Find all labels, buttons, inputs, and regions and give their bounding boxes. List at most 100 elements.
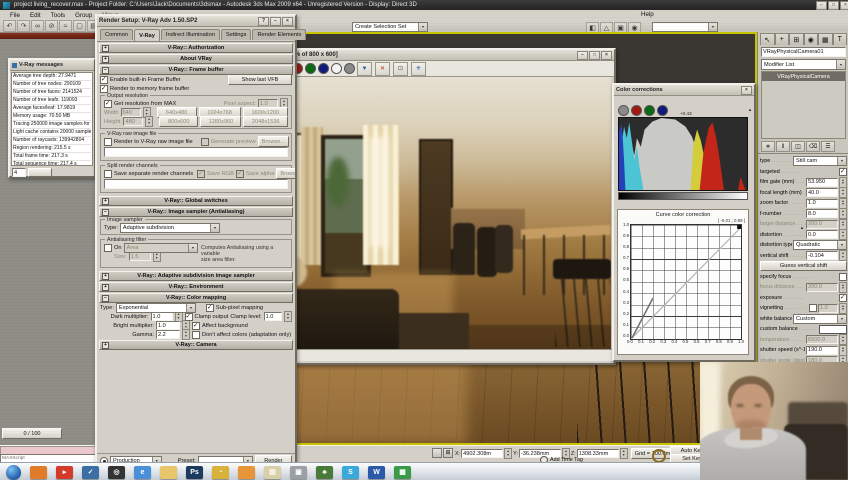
aa-size-field[interactable]: 1.5 [128,252,151,261]
vignetting-spinner[interactable] [839,302,847,314]
exposure-checkbox[interactable] [839,293,847,302]
configure-modifier-sets-icon[interactable]: ☰ [821,141,835,152]
vertical-shift-field[interactable]: -0.104 [806,251,838,261]
word-icon[interactable]: W [368,465,385,479]
utilities-tab-icon[interactable]: T [832,33,847,45]
gamma-spinner[interactable] [182,329,190,340]
rollout-environment[interactable]: V-Ray:: Environment [99,282,293,292]
f-number-spinner[interactable] [839,208,847,220]
curve-grid[interactable] [630,224,742,340]
minimize-button[interactable]: − [816,0,827,10]
green-app-icon[interactable]: ▦ [394,465,411,479]
clear-image-icon[interactable]: ✕ [375,61,390,76]
motion-tab-icon[interactable]: ◉ [803,33,818,45]
messages-count-field[interactable]: 4 [12,168,26,177]
shutter-speed-field[interactable]: 190.0 [806,345,838,355]
start-orb[interactable] [6,464,21,480]
render-to-memory-checkbox[interactable] [100,84,108,93]
aa-size-spinner[interactable] [152,251,161,262]
enable-frame-buffer-checkbox[interactable] [100,75,108,84]
tab-vray[interactable]: V-Ray [134,29,160,41]
messages-ok-button[interactable] [28,168,52,177]
named-selection-set-combo[interactable]: Create Selection Set [352,22,428,32]
modifier-stack-selected[interactable]: VRayPhysicalCamera [762,72,845,81]
save-alpha-checkbox[interactable] [235,169,244,178]
menu-help[interactable]: Help [636,11,659,18]
close-button[interactable]: × [840,0,848,10]
save-channels-checkbox[interactable] [104,169,112,178]
vray-messages-list[interactable]: Average tree depth: 27.9471 Number of tre… [11,72,93,166]
undo-icon[interactable]: ↶ [3,19,16,32]
hierarchy-tab-icon[interactable]: ⊞ [789,33,804,45]
res-2048-button[interactable]: 2048x1536 [243,116,288,127]
blue-channel-icon[interactable] [318,63,329,74]
tab-common[interactable]: Common [100,29,134,40]
unlink-icon[interactable]: ⊘ [45,19,58,32]
skype-icon[interactable]: S [342,465,359,479]
time-slider[interactable]: 0 / 100 [2,428,62,439]
generate-preview-checkbox[interactable] [200,137,209,146]
split-file-path-field[interactable] [104,179,288,189]
display-tab-icon[interactable]: ▦ [818,33,833,45]
zoom-factor-field[interactable]: 1.0 [806,198,838,208]
cc-right-marker[interactable]: +0.9 [732,226,848,234]
vfb-maximize-button[interactable]: □ [589,50,600,60]
cc-blue-icon[interactable] [657,105,668,116]
temperature-spinner[interactable] [839,334,847,346]
absolute-mode-icon[interactable]: ⊞ [443,448,453,458]
modify-tab-icon[interactable]: + [774,33,789,45]
focal-length-field[interactable]: 40.0 [806,188,838,198]
split-browse-button[interactable]: Browse... [276,168,295,179]
width-field[interactable]: 640 [120,108,141,117]
photoshop-icon[interactable]: Ps [186,465,203,479]
rollout-adaptive-subdivision[interactable]: V-Ray:: Adaptive subdivision image sampl… [99,271,293,281]
temperature-field[interactable]: 6500.0 [806,335,838,345]
rollout-camera[interactable]: V-Ray:: Camera [99,340,293,350]
monochrome-icon[interactable] [344,63,355,74]
notes-app-icon[interactable]: ▤ [264,465,281,479]
tab-render-elements[interactable]: Render Elements [252,29,307,40]
film-gate-spinner[interactable] [839,176,847,188]
vignetting-field[interactable]: 1.0 [818,303,838,313]
aa-filter-dropdown[interactable]: Area [123,242,198,253]
create-tab-icon[interactable]: ↖ [760,33,775,45]
focus-distance-field[interactable]: 200.0 [806,282,838,292]
shutter-speed-spinner[interactable] [839,344,847,356]
duplicate-to-max-icon[interactable]: ⊡ [393,61,408,76]
bind-spacewarp-icon[interactable]: ≈ [59,20,72,33]
save-rgb-checkbox[interactable] [197,169,206,178]
render-raw-checkbox[interactable] [104,137,112,146]
targeted-checkbox[interactable] [839,167,847,176]
cc-green-icon[interactable] [644,105,655,116]
internet-explorer-icon[interactable]: e [134,465,151,479]
cc-top-marker[interactable]: +0.43 [680,108,820,116]
green-tree-app-icon[interactable]: ♣ [316,465,333,479]
gray-app-icon[interactable]: ▣ [290,465,307,479]
modifier-list-dropdown[interactable]: Modifier List [761,59,846,70]
rollout-global-switches[interactable]: V-Ray:: Global switches [99,196,293,206]
select-object-icon[interactable]: ▢ [73,19,86,32]
cm-type-dropdown[interactable]: Exponential [115,302,196,313]
maximize-button[interactable]: □ [828,0,839,10]
distortion-type-dropdown[interactable]: Quadratic [793,240,847,251]
firefox-icon[interactable] [30,465,47,479]
rollout-color-mapping[interactable]: V-Ray:: Color mapping [99,293,293,303]
res-800-button[interactable]: 800x600 [159,116,199,127]
vertical-shift-spinner[interactable] [839,250,847,262]
zoom-factor-spinner[interactable] [839,197,847,209]
height-spinner[interactable] [145,116,154,127]
make-unique-icon[interactable]: ◫ [791,141,805,152]
dialog-minimize-button[interactable]: − [270,16,281,26]
cc-histogram[interactable] [618,117,748,191]
cc-levels-gradient[interactable] [618,192,748,200]
tab-settings[interactable]: Settings [220,29,252,40]
white-balance-dropdown[interactable]: Custom [793,313,847,324]
sampler-type-dropdown[interactable]: Adaptive subdivision [119,222,220,233]
folder-icon[interactable] [160,465,177,479]
render-preset-combo[interactable] [652,22,718,32]
object-name-field[interactable]: VRayPhysicalCamera01 [761,47,846,57]
x-coord-field[interactable]: 4902.308m [461,449,504,458]
selection-lock-icon[interactable] [432,448,442,458]
tab-indirect-illumination[interactable]: Indirect Illumination [160,29,220,40]
dialog-help-button[interactable]: ? [258,16,269,26]
